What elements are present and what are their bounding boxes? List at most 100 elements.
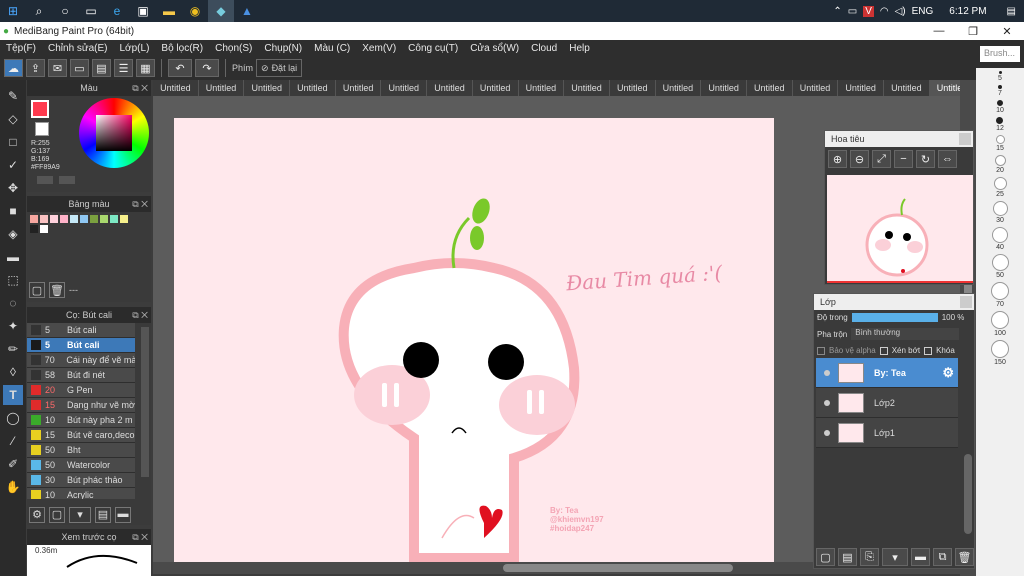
brush-size-option[interactable]: 20 (994, 155, 1006, 174)
clipping-checkbox[interactable] (879, 346, 888, 355)
drawing-canvas[interactable]: Đau Tim quá :'( By: Tea @khiemvn197 #hoi… (174, 118, 774, 566)
pen-tool-icon[interactable]: ✓ (3, 155, 23, 175)
add-brush-icon[interactable]: ▾ (69, 507, 91, 523)
zoom-in-icon[interactable]: ⊕ (828, 150, 847, 168)
tab-untitled[interactable]: Untitled (381, 80, 428, 96)
panel-close-icon[interactable]: ⧉ ✕ (132, 532, 148, 543)
brush-folder-icon[interactable]: ▬ (115, 507, 131, 523)
brush-search-input[interactable]: Brush... (980, 46, 1020, 62)
color-mode-button-2[interactable] (59, 176, 75, 184)
merge-layer-icon[interactable]: ⧉ (933, 548, 952, 566)
tab-untitled[interactable]: Untitled (838, 80, 884, 96)
new-swatch-icon[interactable]: ▢ (29, 282, 45, 298)
tab-untitled[interactable]: Untitled (747, 80, 793, 96)
palette-swatch[interactable] (120, 215, 128, 223)
bucket-tool-icon[interactable]: ◈ (3, 224, 23, 244)
menu-item[interactable]: Chọn(S) (209, 43, 258, 54)
select-rect-tool-icon[interactable]: ⬚ (3, 270, 23, 290)
layer-item[interactable]: Lớp1 (816, 418, 958, 448)
close-button[interactable]: ✕ (990, 25, 1024, 38)
protect-alpha-checkbox[interactable] (817, 346, 825, 355)
brush-list-item[interactable]: 5 Bút cali (27, 323, 135, 338)
cortana-icon[interactable]: ○ (52, 0, 78, 22)
menu-item[interactable]: Help (563, 43, 596, 54)
layer-scrollbar[interactable] (964, 454, 972, 534)
palette-swatch[interactable] (30, 225, 38, 233)
palette-swatch[interactable] (80, 215, 88, 223)
volume-icon[interactable]: ◁) (895, 6, 906, 17)
palette-swatch[interactable] (100, 215, 108, 223)
fill-rect-tool-icon[interactable]: ■ (3, 201, 23, 221)
tab-untitled[interactable]: Untitled (427, 80, 473, 96)
zoom-minus-icon[interactable]: − (894, 150, 913, 168)
shape-tool-icon[interactable]: □ (3, 132, 23, 152)
brush-doc-icon[interactable]: ▤ (95, 507, 111, 523)
panel-close-icon[interactable]: ⧉ ✕ (132, 83, 148, 94)
layer-add-dropdown-icon[interactable]: ▾ (882, 548, 908, 566)
palette-swatch[interactable] (40, 215, 48, 223)
layer-item[interactable]: By: Tea ⚙ (816, 358, 958, 388)
palette-swatch[interactable] (40, 225, 48, 233)
redo-icon[interactable]: ↷ (195, 59, 219, 77)
brush-list-item[interactable]: 15 Bút vẽ caro,deco (27, 428, 135, 443)
brush-list-item[interactable]: 10 Acrylic (27, 488, 135, 499)
tab-untitled[interactable]: Untitled (564, 80, 610, 96)
brush-size-option[interactable]: 7 (998, 85, 1002, 97)
fit-icon[interactable]: ⤢ (872, 150, 891, 168)
notification-icon[interactable]: ▤ (1007, 6, 1016, 17)
navigator-preview[interactable] (827, 175, 973, 283)
delete-layer-icon[interactable]: 🗑 (955, 548, 974, 566)
tab-untitled[interactable]: Untitled (336, 80, 382, 96)
tab-untitled[interactable]: Untitled (701, 80, 747, 96)
tab-untitled[interactable]: Untitled (884, 80, 930, 96)
menu-item[interactable]: Chỉnh sửa(E) (42, 43, 114, 54)
list-icon[interactable]: ☰ (114, 59, 133, 77)
layer-folder-icon[interactable]: ▬ (911, 548, 930, 566)
brush-list-item[interactable]: 50 Bht (27, 443, 135, 458)
comment-icon[interactable]: ✉ (48, 59, 67, 77)
color-square[interactable] (96, 115, 132, 151)
color-mode-button[interactable] (37, 176, 53, 184)
reset-button[interactable]: ⊘ Đặt lại (256, 59, 303, 77)
layer-settings-icon[interactable]: ⚙ (942, 365, 954, 381)
network-icon[interactable]: ◠ (880, 6, 889, 17)
medibang-taskbar-icon[interactable]: ◆ (208, 0, 234, 22)
tab-untitled[interactable]: Untitled (793, 80, 839, 96)
brush-list-item[interactable]: 10 Bút này pha 2 m (27, 413, 135, 428)
tab-untitled[interactable]: Untitled (244, 80, 291, 96)
eyedropper-tool-icon[interactable]: ⁄ (3, 431, 23, 451)
document-icon[interactable]: ▤ (92, 59, 111, 77)
select-pen-tool-icon[interactable]: ✏ (3, 339, 23, 359)
divide-tool-icon[interactable]: ◯ (3, 408, 23, 428)
brush-list-item[interactable]: 15 Dạng như vẽ mờ (27, 398, 135, 413)
cloud-icon[interactable]: ☁ (4, 59, 23, 77)
store-icon[interactable]: ▣ (130, 0, 156, 22)
pen-alt-tool-icon[interactable]: ✐ (3, 454, 23, 474)
secondary-color-swatch[interactable] (35, 122, 49, 136)
undo-icon[interactable]: ↶ (168, 59, 192, 77)
brush-size-option[interactable]: 10 (996, 100, 1004, 114)
brush-size-option[interactable]: 150 (991, 340, 1009, 366)
export-icon[interactable]: ⇪ (26, 59, 45, 77)
eraser-tool-icon[interactable]: ◇ (3, 109, 23, 129)
select-eraser-tool-icon[interactable]: ◊ (3, 362, 23, 382)
text-tool-icon[interactable]: T (3, 385, 23, 405)
language-indicator[interactable]: ENG (912, 6, 934, 17)
tab-untitled[interactable]: Untitled (473, 80, 519, 96)
gradient-tool-icon[interactable]: ▬ (3, 247, 23, 267)
brush-size-option[interactable]: 25 (993, 177, 1007, 198)
antivirus-icon[interactable]: V (863, 5, 874, 17)
lasso-tool-icon[interactable]: ◌ (3, 293, 23, 313)
chrome-icon[interactable]: ◉ (182, 0, 208, 22)
chevron-up-icon[interactable]: ⌃ (833, 6, 841, 17)
color-wheel[interactable] (79, 98, 149, 168)
duplicate-layer-icon[interactable]: ⎘ (860, 548, 879, 566)
hand-tool-icon[interactable]: ✋ (3, 477, 23, 497)
tab-untitled[interactable]: Untitled (290, 80, 336, 96)
layer-visibility-icon[interactable] (824, 399, 830, 406)
brush-list-item[interactable]: 50 Watercolor (27, 458, 135, 473)
brush-size-option[interactable]: 15 (995, 135, 1005, 152)
menu-item[interactable]: Màu (C) (308, 43, 356, 54)
new-brush-icon[interactable]: ▢ (49, 507, 65, 523)
brush-size-option[interactable]: 100 (991, 311, 1009, 337)
